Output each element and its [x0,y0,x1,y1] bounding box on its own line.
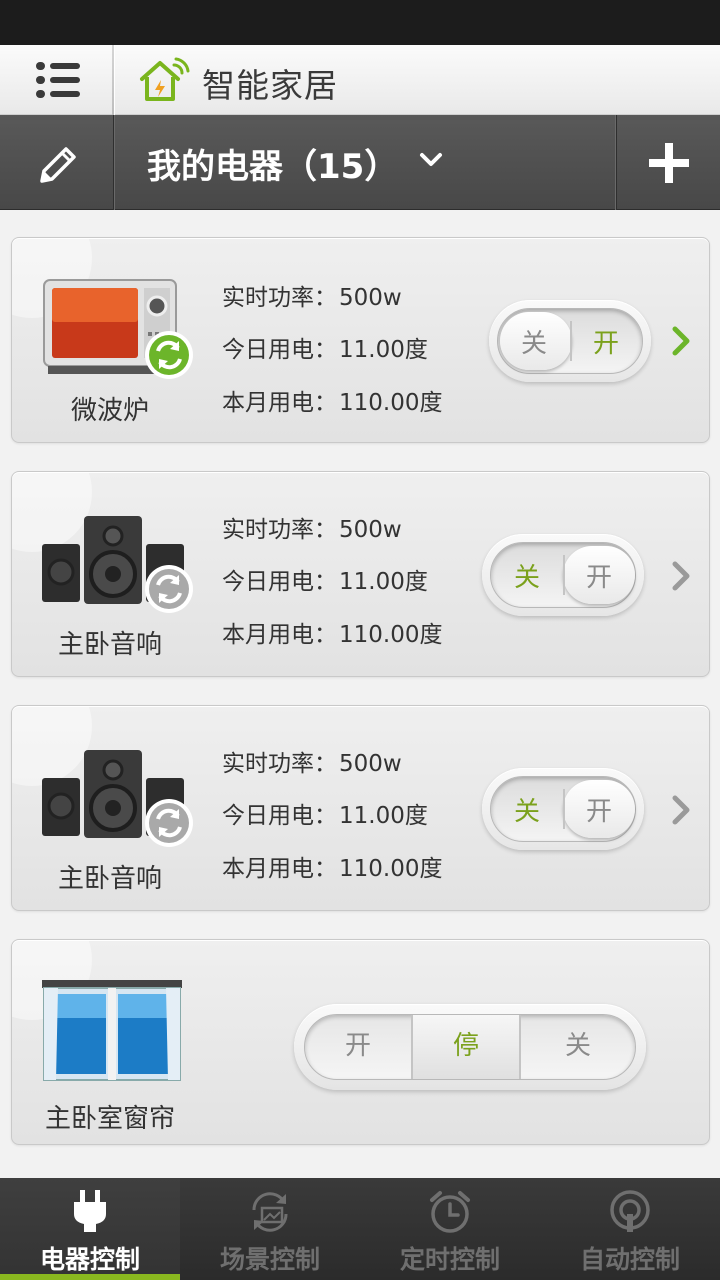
auto-icon [610,1190,650,1232]
menu-button[interactable] [0,45,112,115]
device-list-dropdown[interactable]: 我的电器（15） [147,139,442,188]
realtime-power: 实时功率：500w [222,751,402,777]
device-name: 微波炉 [70,396,149,426]
scene-icon [252,1192,288,1232]
device-card-speaker[interactable]: 主卧音响 实时功率：500w 今日用电：11.00度 本月用电：110.00度 … [11,471,710,677]
chevron-right-icon[interactable] [670,792,694,828]
edit-button[interactable] [0,115,114,210]
device-name: 主卧音响 [57,630,162,660]
toggle-off-label: 关 [520,329,547,359]
pencil-icon [40,147,76,183]
curtain-control[interactable]: 开 停 关 [294,1004,646,1090]
realtime-power: 实时功率：500w [222,517,402,543]
tab-scene-control[interactable]: 场景控制 [180,1178,360,1280]
page-title: 我的电器（15） [147,147,399,187]
title-bar: 我的电器（15） [0,115,720,210]
tab-timer-control[interactable]: 定时控制 [360,1178,540,1280]
chevron-right-icon[interactable] [670,323,694,359]
add-device-button[interactable] [616,115,720,210]
tab-label: 自动控制 [579,1245,680,1274]
curtain-icon [42,980,182,1081]
tab-auto-control[interactable]: 自动控制 [540,1178,720,1280]
toggle-off-label: 关 [513,797,540,827]
sync-icon[interactable] [143,797,195,849]
tab-device-control[interactable]: 电器控制 [0,1178,180,1280]
device-name: 主卧室窗帘 [44,1104,175,1134]
curtain-stop-button[interactable]: 停 [413,1015,519,1079]
power-toggle[interactable]: 关 开 [482,768,644,850]
device-list: 微波炉 实时功率：500w 今日用电：11.00度 本月用电：110.00度 关… [0,210,720,1178]
plug-icon [74,1190,106,1232]
sync-icon[interactable] [143,563,195,615]
bottom-tab-bar: 电器控制 场景控制 定时控制 自动控制 [0,1178,720,1280]
today-usage: 今日用电：11.00度 [222,337,428,363]
chevron-down-icon [420,153,442,166]
toggle-on-label: 开 [592,329,619,359]
today-usage: 今日用电：11.00度 [222,569,428,595]
month-usage: 本月用电：110.00度 [222,390,443,416]
month-usage: 本月用电：110.00度 [222,622,443,648]
device-name: 主卧音响 [57,864,162,894]
tab-label: 场景控制 [219,1245,320,1274]
status-bar [0,0,720,45]
toggle-on-label: 开 [585,797,612,827]
app-title: 智能家居 [202,66,338,105]
device-card-microwave[interactable]: 微波炉 实时功率：500w 今日用电：11.00度 本月用电：110.00度 关… [11,237,710,443]
plus-icon [649,143,689,183]
device-card-curtain[interactable]: 主卧室窗帘 开 停 关 [11,939,710,1145]
power-toggle[interactable]: 关 开 [489,300,651,382]
tab-label: 定时控制 [399,1245,500,1274]
realtime-power: 实时功率：500w [222,285,402,311]
today-usage: 今日用电：11.00度 [222,803,428,829]
home-logo-icon [140,57,190,101]
month-usage: 本月用电：110.00度 [222,856,443,882]
chevron-right-icon[interactable] [670,558,694,594]
alarm-clock-icon [430,1191,470,1233]
toggle-on-label: 开 [585,563,612,593]
curtain-close-button[interactable]: 关 [521,1015,635,1079]
curtain-open-button[interactable]: 开 [305,1015,411,1079]
toggle-off-label: 关 [513,563,540,593]
app-header: 智能家居 [0,45,720,115]
device-card-speaker[interactable]: 主卧音响 实时功率：500w 今日用电：11.00度 本月用电：110.00度 … [11,705,710,911]
tab-label: 电器控制 [39,1245,140,1274]
sync-icon[interactable] [143,329,195,381]
power-toggle[interactable]: 关 开 [482,534,644,616]
